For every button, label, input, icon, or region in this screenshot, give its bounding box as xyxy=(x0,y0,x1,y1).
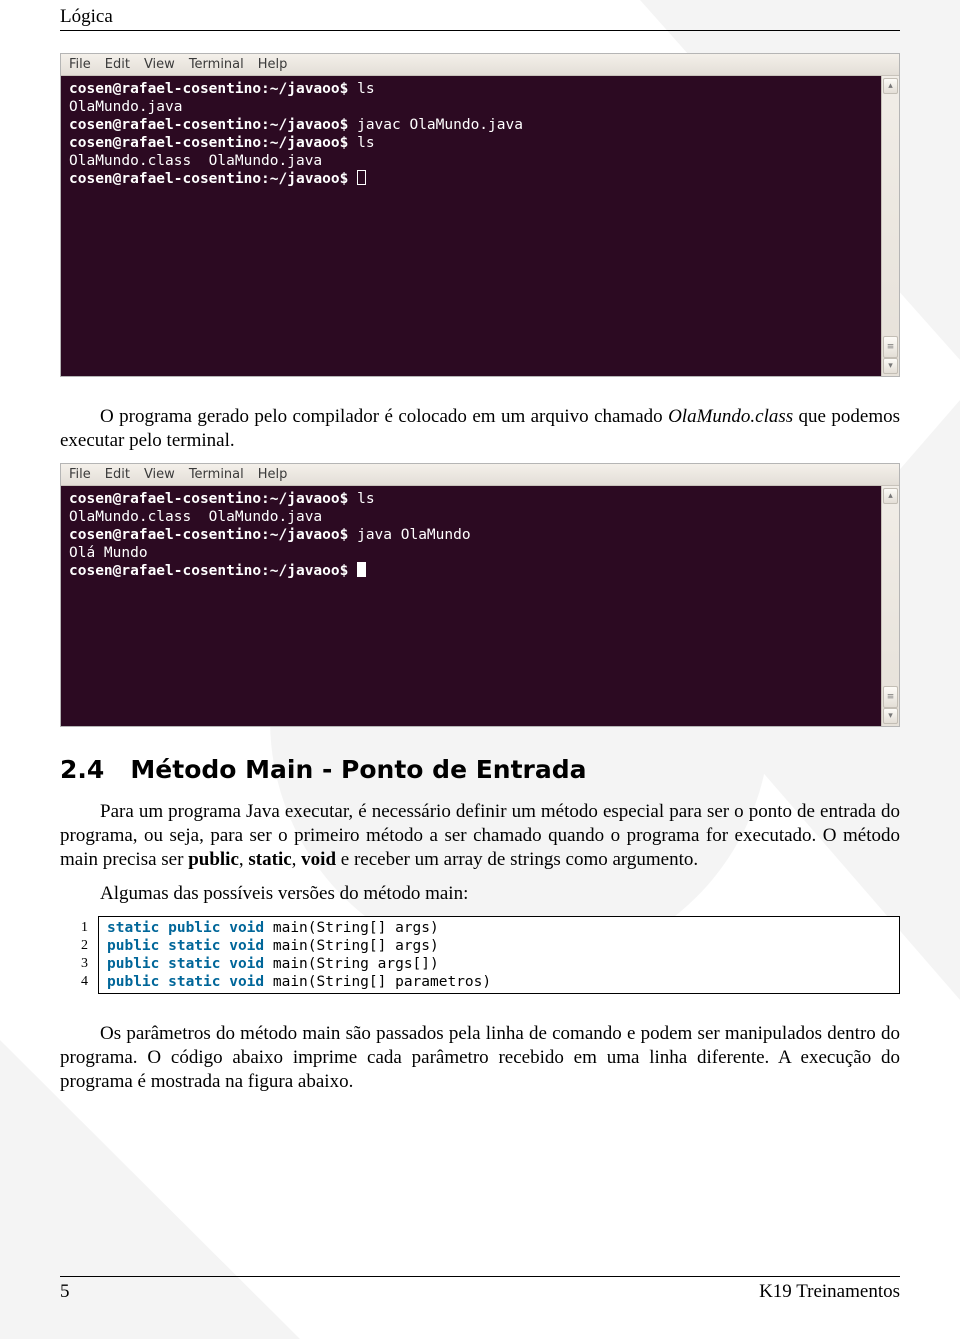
page-footer: 5 K19 Treinamentos xyxy=(60,1276,900,1303)
code-line-numbers: 1234 xyxy=(60,916,98,994)
terminal-scrollbar: ▴ ≡ ▾ xyxy=(881,486,899,726)
footer-rule xyxy=(60,1276,900,1277)
chapter-title: Lógica xyxy=(60,6,900,28)
paragraph-3: Algumas das possíveis versões do método … xyxy=(60,882,900,906)
code-content: static public void main(String[] args) p… xyxy=(98,916,900,994)
terminal-menubar: File Edit View Terminal Help xyxy=(61,54,899,76)
menu-help: Help xyxy=(258,57,288,72)
terminal-screenshot-2: File Edit View Terminal Help cosen@rafae… xyxy=(60,463,900,727)
scroll-thumb: ≡ xyxy=(883,686,898,708)
menu-terminal: Terminal xyxy=(189,57,244,72)
paragraph-1: O programa gerado pelo compilador é colo… xyxy=(60,405,900,453)
code-listing: 1234 static public void main(String[] ar… xyxy=(60,916,900,994)
paragraph-2: Para um programa Java executar, é necess… xyxy=(60,800,900,872)
header-rule xyxy=(60,30,900,31)
terminal-output: cosen@rafael-cosentino:~/javaoo$ ls OlaM… xyxy=(61,486,881,726)
menu-edit: Edit xyxy=(105,467,130,482)
terminal-output: cosen@rafael-cosentino:~/javaoo$ ls OlaM… xyxy=(61,76,881,376)
paragraph-4: Os parâmetros do método main são passado… xyxy=(60,1022,900,1094)
menu-view: View xyxy=(144,467,175,482)
scroll-down-icon: ▾ xyxy=(883,708,898,724)
section-heading: 2.4 Método Main - Ponto de Entrada xyxy=(60,755,900,784)
menu-file: File xyxy=(69,467,91,482)
scroll-thumb: ≡ xyxy=(883,336,898,358)
terminal-screenshot-1: File Edit View Terminal Help cosen@rafae… xyxy=(60,53,900,377)
page-number: 5 xyxy=(60,1281,70,1303)
scroll-up-icon: ▴ xyxy=(883,488,898,504)
scroll-up-icon: ▴ xyxy=(883,78,898,94)
menu-edit: Edit xyxy=(105,57,130,72)
terminal-menubar: File Edit View Terminal Help xyxy=(61,464,899,486)
menu-terminal: Terminal xyxy=(189,467,244,482)
menu-view: View xyxy=(144,57,175,72)
terminal-scrollbar: ▴ ≡ ▾ xyxy=(881,76,899,376)
menu-file: File xyxy=(69,57,91,72)
cursor-icon xyxy=(357,562,366,577)
menu-help: Help xyxy=(258,467,288,482)
cursor-icon xyxy=(357,170,366,185)
footer-brand: K19 Treinamentos xyxy=(759,1281,900,1303)
scroll-down-icon: ▾ xyxy=(883,358,898,374)
